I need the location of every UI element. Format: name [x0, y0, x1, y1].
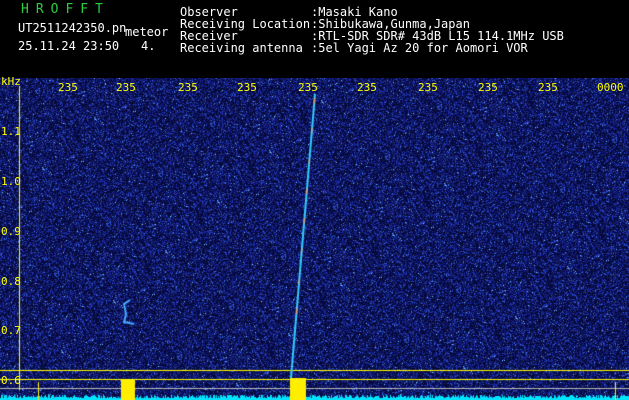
frame-index: 4. — [141, 39, 156, 53]
value-antenna: :5el Yagi Az 20 for Aomori VOR — [311, 41, 528, 55]
y-tick-1-0: 1.0 — [1, 175, 21, 188]
top-tick-6: 235 — [357, 81, 377, 94]
top-tick-4: 235 — [237, 81, 257, 94]
label-antenna: Receiving antenna — [180, 41, 303, 55]
top-tick-2: 235 — [116, 81, 136, 94]
top-tick-10: 0000 — [597, 81, 624, 94]
y-tick-0-7: 0.7 — [1, 324, 21, 337]
mode-label: meteor — [125, 25, 169, 39]
top-tick-3: 235 — [178, 81, 198, 94]
top-tick-9: 235 — [538, 81, 558, 94]
y-tick-0-9: 0.9 — [1, 225, 21, 238]
file-name: UT2511242350.pn — [18, 21, 127, 35]
header-panel: HROFFT UT2511242350.pn meteor 25.11.24 2… — [0, 0, 629, 78]
y-tick-0-8: 0.8 — [1, 275, 21, 288]
top-tick-7: 235 — [418, 81, 438, 94]
top-tick-1: 235 — [58, 81, 78, 94]
top-tick-8: 235 — [478, 81, 498, 94]
y-tick-0-6: 0.6 — [1, 374, 21, 387]
y-tick-1-1: 1.1 — [1, 125, 21, 138]
waterfall-spectrogram — [0, 78, 629, 400]
axis-unit-label: kHz — [1, 75, 21, 88]
top-tick-5: 235 — [298, 81, 318, 94]
hrofft-window: HROFFT UT2511242350.pn meteor 25.11.24 2… — [0, 0, 629, 400]
app-title: HROFFT — [21, 2, 110, 17]
date-time: 25.11.24 23:50 — [18, 39, 120, 53]
